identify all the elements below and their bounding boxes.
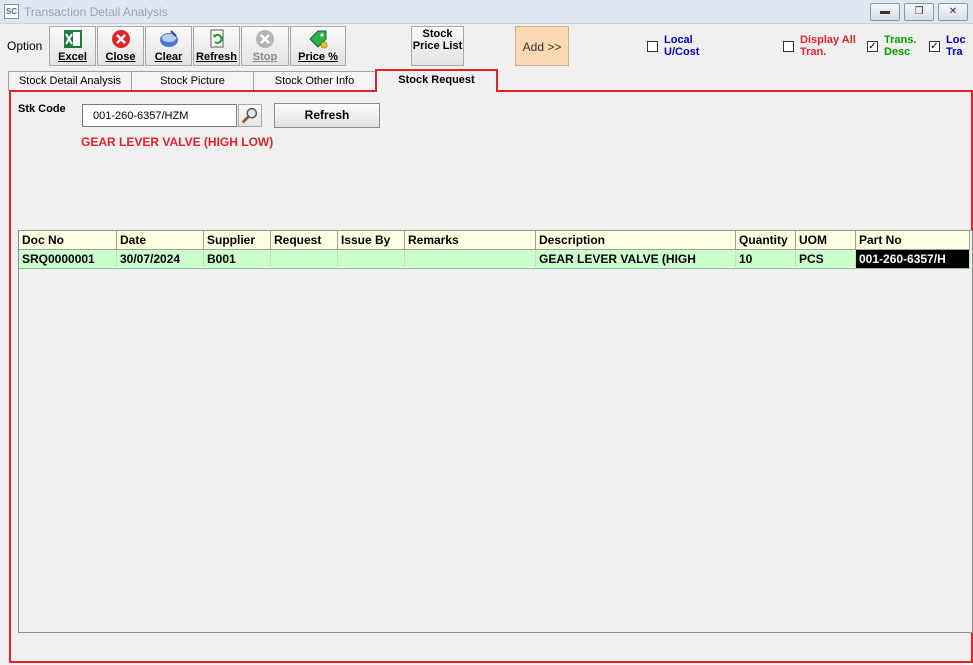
tab-stock-request[interactable]: Stock Request	[375, 69, 498, 92]
column-header-quantity[interactable]: Quantity	[736, 231, 796, 250]
excel-icon	[63, 30, 82, 48]
column-header-date[interactable]: Date	[117, 231, 204, 250]
column-header-request[interactable]: Request	[271, 231, 338, 250]
column-header-part-no[interactable]: Part No	[856, 231, 970, 250]
excel-button[interactable]: Excel	[49, 26, 96, 66]
table-row-cell-doc-no[interactable]: SRQ0000001	[19, 250, 117, 269]
column-header-issue-by[interactable]: Issue By	[338, 231, 405, 250]
column-header-uom[interactable]: UOM	[796, 231, 856, 250]
stk-code-lookup-button[interactable]	[238, 104, 262, 127]
close-circle-icon	[111, 30, 130, 48]
loc-tra-checkbox[interactable]: ✓	[929, 41, 940, 52]
checkmark-icon: ✓	[868, 41, 877, 52]
app-icon: SC	[4, 4, 19, 19]
loc-tra-label: Loc Tra	[946, 34, 966, 58]
toolbar: Option Excel Close Clear Refresh Stop Pr…	[0, 25, 973, 68]
column-header-remarks[interactable]: Remarks	[405, 231, 536, 250]
stk-code-label: Stk Code	[18, 103, 66, 115]
minimize-icon: ▬	[880, 6, 890, 17]
local-ucost-label: Local U/Cost	[664, 34, 700, 58]
stk-code-input[interactable]	[82, 104, 237, 127]
table-row-cell-issue-by[interactable]	[338, 250, 405, 269]
display-all-tran-checkbox[interactable]	[783, 41, 794, 52]
close-button[interactable]: Close	[97, 26, 144, 66]
window-title: Transaction Detail Analysis	[24, 5, 168, 19]
column-header-supplier[interactable]: Supplier	[204, 231, 271, 250]
price-percent-button[interactable]: Price %	[290, 26, 346, 66]
refresh-button[interactable]: Refresh	[274, 103, 380, 128]
stop-icon	[256, 30, 274, 48]
refresh-icon	[210, 29, 223, 48]
table-row-cell-remarks[interactable]	[405, 250, 536, 269]
local-ucost-checkbox[interactable]	[647, 41, 658, 52]
add-button[interactable]: Add >>	[515, 26, 569, 66]
clear-icon	[159, 30, 178, 47]
table-row-cell-description[interactable]: GEAR LEVER VALVE (HIGH	[536, 250, 736, 269]
checkmark-icon: ✓	[930, 41, 939, 52]
tab-stock-detail-analysis[interactable]: Stock Detail Analysis	[8, 71, 132, 91]
trans-desc-checkbox[interactable]: ✓	[867, 41, 878, 52]
refresh-toolbar-button[interactable]: Refresh	[193, 26, 240, 66]
table-row-cell-request[interactable]	[271, 250, 338, 269]
column-header-doc-no[interactable]: Doc No	[19, 231, 117, 250]
tab-stock-other-info[interactable]: Stock Other Info	[253, 71, 376, 91]
restore-icon: ❐	[914, 6, 924, 17]
title-bar: SC Transaction Detail Analysis ▬ ❐ ✕	[0, 0, 973, 24]
table-row-cell-quantity[interactable]: 10	[736, 250, 796, 269]
table-row-cell-part-no[interactable]: 001-260-6357/H	[856, 250, 970, 269]
price-tag-icon	[309, 30, 328, 49]
table-row-cell-uom[interactable]: PCS	[796, 250, 856, 269]
trans-desc-label: Trans. Desc	[884, 34, 917, 58]
clear-button[interactable]: Clear	[145, 26, 192, 66]
stock-description: GEAR LEVER VALVE (HIGH LOW)	[81, 135, 274, 149]
tab-stock-picture[interactable]: Stock Picture	[131, 71, 254, 91]
magnifier-icon	[241, 107, 258, 124]
close-icon: ✕	[948, 6, 958, 17]
column-header-description[interactable]: Description	[536, 231, 736, 250]
table-row-cell-date[interactable]: 30/07/2024	[117, 250, 204, 269]
window-close-button[interactable]: ✕	[938, 3, 968, 21]
restore-button[interactable]: ❐	[904, 3, 934, 21]
stock-request-grid[interactable]: Doc No Date Supplier Request Issue By Re…	[18, 230, 973, 633]
option-label: Option	[7, 39, 43, 53]
display-all-tran-label: Display All Tran.	[800, 34, 856, 58]
minimize-button[interactable]: ▬	[870, 3, 900, 21]
stock-price-list-button[interactable]: Stock Price List	[411, 26, 464, 66]
table-row-cell-supplier[interactable]: B001	[204, 250, 271, 269]
stop-button[interactable]: Stop	[241, 26, 289, 66]
stock-request-panel: Stk Code Refresh GEAR LEVER VALVE (HIGH …	[9, 90, 973, 663]
